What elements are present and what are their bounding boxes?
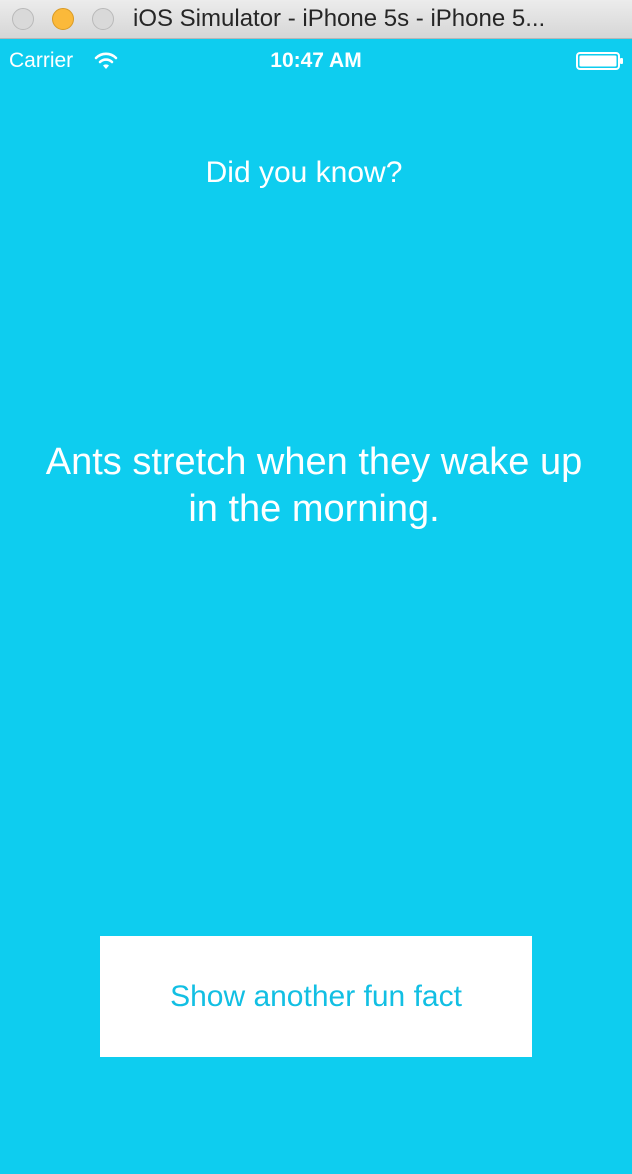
app-screen: Carrier 10:47 AM Did you know? Ants stre… <box>0 39 632 1174</box>
zoom-window-button[interactable] <box>92 8 114 30</box>
simulator-window: iOS Simulator - iPhone 5s - iPhone 5... … <box>0 0 632 1174</box>
battery-icon <box>576 52 623 70</box>
minimize-window-button[interactable] <box>52 8 74 30</box>
window-titlebar: iOS Simulator - iPhone 5s - iPhone 5... <box>0 0 632 39</box>
status-time: 10:47 AM <box>270 49 362 72</box>
fun-fact-text: Ants stretch when they wake up in the mo… <box>45 441 583 530</box>
did-you-know-heading: Did you know? <box>205 156 403 189</box>
close-window-button[interactable] <box>12 8 34 30</box>
show-another-fact-button[interactable]: Show another fun fact <box>100 936 532 1057</box>
window-title: iOS Simulator - iPhone 5s - iPhone 5... <box>133 5 546 32</box>
status-bar: Carrier 10:47 AM <box>0 39 632 83</box>
